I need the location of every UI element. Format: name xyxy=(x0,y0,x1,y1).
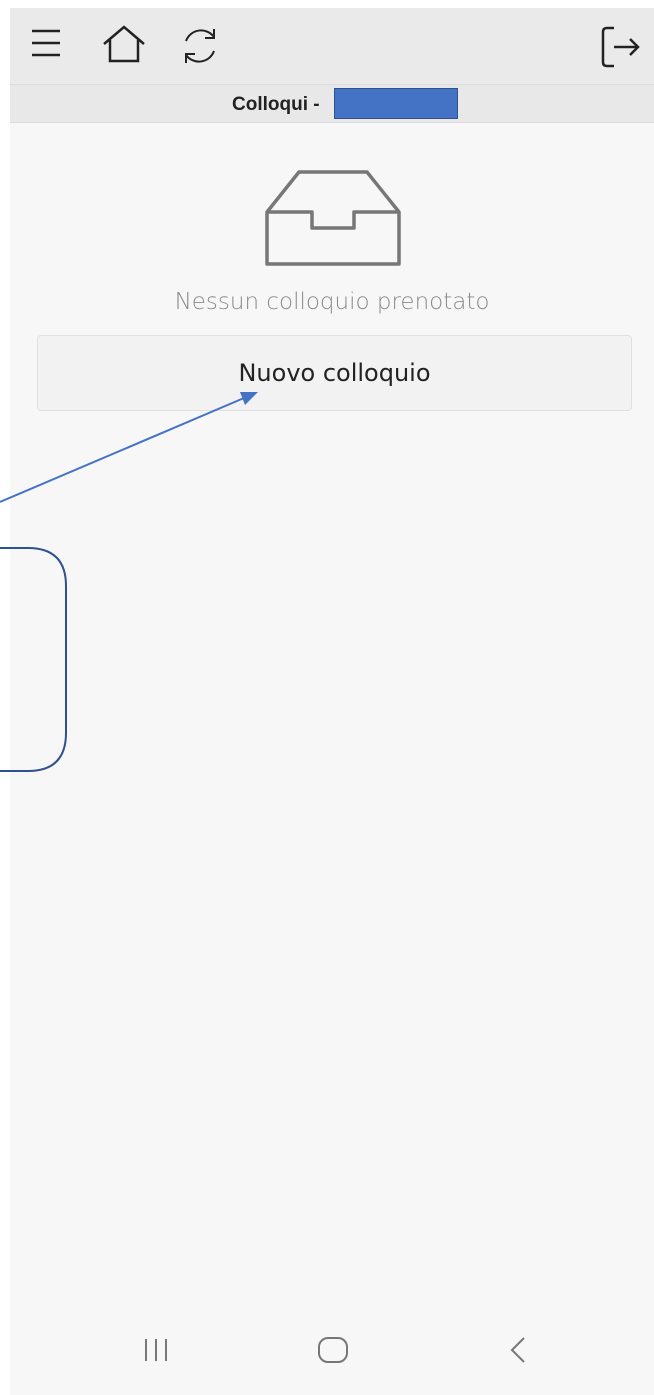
annotation-callout-box xyxy=(0,547,67,772)
annotation-arrow xyxy=(0,397,245,503)
annotation-overlay xyxy=(0,392,258,772)
annotation-arrow-head xyxy=(240,392,258,405)
